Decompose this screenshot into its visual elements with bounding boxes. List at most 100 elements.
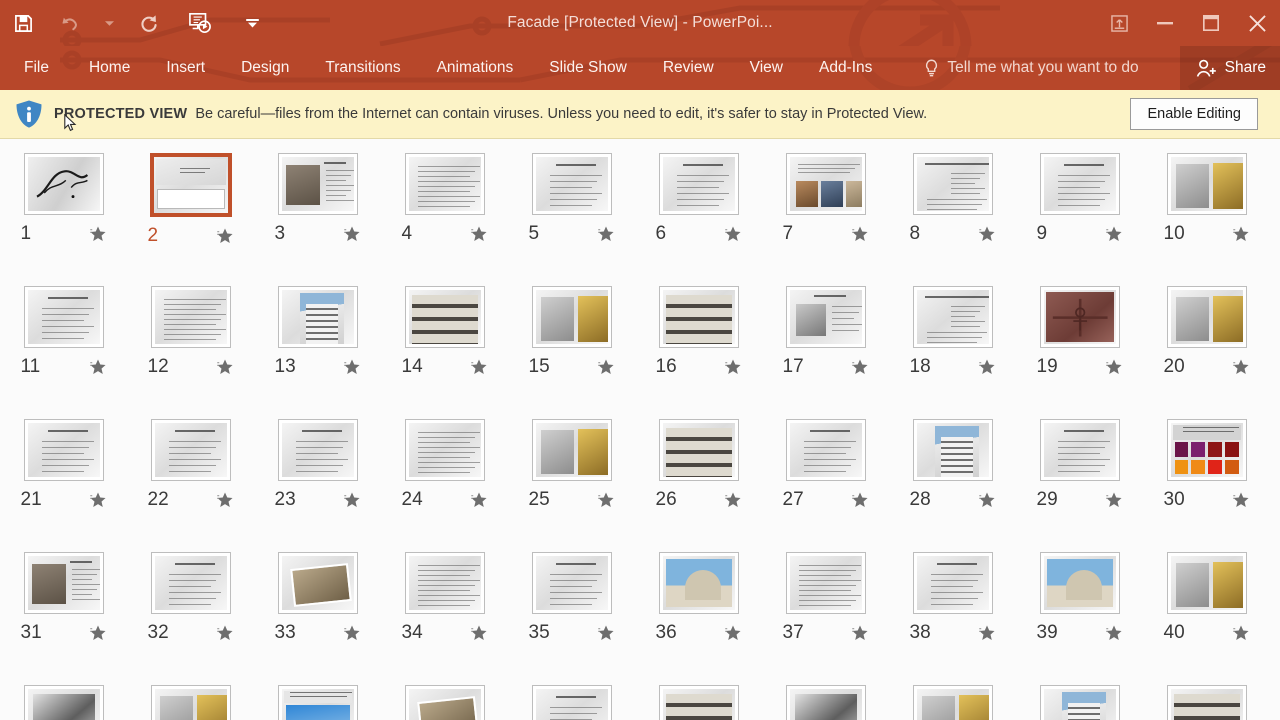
slide-preview-19[interactable] [1039,286,1120,348]
tab-transitions[interactable]: Transitions [307,46,418,90]
tab-home[interactable]: Home [71,46,148,90]
slide-preview-39[interactable] [1039,552,1120,614]
tab-file[interactable]: File [0,46,71,90]
play-animations-star-icon[interactable] [724,491,742,509]
slide-preview-25[interactable] [531,419,612,481]
enable-editing-button[interactable]: Enable Editing [1130,98,1258,130]
undo-icon[interactable] [46,3,92,43]
slide-thumbnail-12[interactable]: 12 [127,286,254,419]
slide-preview-29[interactable] [1039,419,1120,481]
play-animations-star-icon[interactable] [1232,491,1250,509]
window-controls[interactable] [1096,0,1280,46]
play-animations-star-icon[interactable] [89,225,107,243]
share-button[interactable]: Share [1179,46,1280,90]
slide-preview-24[interactable] [404,419,485,481]
tab-insert[interactable]: Insert [148,46,223,90]
slide-preview-30[interactable] [1166,419,1247,481]
slide-thumbnail-34[interactable]: 34 [381,552,508,685]
slide-preview-15[interactable] [531,286,612,348]
slide-thumbnail-49[interactable]: 49 [1016,685,1143,720]
slide-preview-43[interactable] [277,685,358,720]
slide-preview-22[interactable] [150,419,231,481]
tab-design[interactable]: Design [223,46,307,90]
play-animations-star-icon[interactable] [597,491,615,509]
slide-preview-12[interactable] [150,286,231,348]
play-animations-star-icon[interactable] [343,225,361,243]
slide-preview-16[interactable] [658,286,739,348]
play-animations-star-icon[interactable] [1232,225,1250,243]
slide-thumbnail-45[interactable]: 45 [508,685,635,720]
slide-thumbnail-1[interactable]: 1 [0,153,127,286]
slide-preview-4[interactable] [404,153,485,215]
slide-preview-50[interactable] [1166,685,1247,720]
slide-preview-47[interactable] [785,685,866,720]
play-animations-star-icon[interactable] [597,225,615,243]
undo-dropdown-icon[interactable] [92,3,126,43]
slide-thumbnail-35[interactable]: 35 [508,552,635,685]
play-animations-star-icon[interactable] [978,225,996,243]
slide-thumbnail-24[interactable]: 24 [381,419,508,552]
slide-thumbnail-8[interactable]: 8 [889,153,1016,286]
slide-preview-6[interactable] [658,153,739,215]
slide-thumbnail-26[interactable]: 26 [635,419,762,552]
slide-thumbnail-30[interactable]: 30 [1143,419,1270,552]
slide-preview-8[interactable] [912,153,993,215]
slide-thumbnail-2[interactable]: 2 [127,153,254,286]
slide-preview-44[interactable] [404,685,485,720]
play-animations-star-icon[interactable] [1232,358,1250,376]
play-animations-star-icon[interactable] [216,491,234,509]
tab-review[interactable]: Review [645,46,732,90]
slide-thumbnail-44[interactable]: 44 [381,685,508,720]
slide-thumbnail-28[interactable]: 28 [889,419,1016,552]
slide-preview-5[interactable] [531,153,612,215]
slide-thumbnail-46[interactable]: 46 [635,685,762,720]
slide-preview-13[interactable] [277,286,358,348]
slide-thumbnail-29[interactable]: 29 [1016,419,1143,552]
tab-slide-show[interactable]: Slide Show [531,46,645,90]
slide-thumbnail-21[interactable]: 21 [0,419,127,552]
slide-thumbnail-23[interactable]: 23 [254,419,381,552]
ribbon-tabs[interactable]: File Home Insert Design Transitions Anim… [0,46,890,90]
slide-thumbnail-16[interactable]: 16 [635,286,762,419]
tab-animations[interactable]: Animations [419,46,532,90]
slide-preview-31[interactable] [23,552,104,614]
slide-preview-2[interactable] [149,153,232,217]
slide-thumbnail-47[interactable]: 47 [762,685,889,720]
close-icon[interactable] [1234,0,1280,46]
play-animations-star-icon[interactable] [216,358,234,376]
slide-preview-36[interactable] [658,552,739,614]
slide-thumbnail-7[interactable]: 7 [762,153,889,286]
slide-preview-34[interactable] [404,552,485,614]
minimize-icon[interactable] [1142,0,1188,46]
play-animations-star-icon[interactable] [89,358,107,376]
slide-sorter-pane[interactable]: 1 2 3 4 5 6 7 8 9 10 11 12 13 14 15 16 1… [0,139,1280,720]
slide-preview-11[interactable] [23,286,104,348]
slide-thumbnail-43[interactable]: 43 [254,685,381,720]
slide-preview-33[interactable] [277,552,358,614]
play-animations-star-icon[interactable] [978,358,996,376]
slide-thumbnail-25[interactable]: 25 [508,419,635,552]
slide-thumbnail-3[interactable]: 3 [254,153,381,286]
slide-preview-38[interactable] [912,552,993,614]
slide-preview-21[interactable] [23,419,104,481]
play-animations-star-icon[interactable] [343,491,361,509]
play-animations-star-icon[interactable] [597,624,615,642]
tab-add-ins[interactable]: Add-Ins [801,46,890,90]
slide-preview-48[interactable] [912,685,993,720]
slide-thumbnail-31[interactable]: 31 [0,552,127,685]
play-animations-star-icon[interactable] [1105,358,1123,376]
play-animations-star-icon[interactable] [978,624,996,642]
play-animations-star-icon[interactable] [851,358,869,376]
slide-preview-46[interactable] [658,685,739,720]
slide-thumbnail-48[interactable]: 48 [889,685,1016,720]
customize-qat-icon[interactable] [228,3,276,43]
slide-thumbnail-27[interactable]: 27 [762,419,889,552]
slide-thumbnail-18[interactable]: 18 [889,286,1016,419]
slide-preview-26[interactable] [658,419,739,481]
play-animations-star-icon[interactable] [597,358,615,376]
slide-thumbnail-41[interactable]: 41 [0,685,127,720]
ribbon-display-options-icon[interactable] [1096,0,1142,46]
maximize-icon[interactable] [1188,0,1234,46]
slide-preview-9[interactable] [1039,153,1120,215]
slide-thumbnail-14[interactable]: 14 [381,286,508,419]
